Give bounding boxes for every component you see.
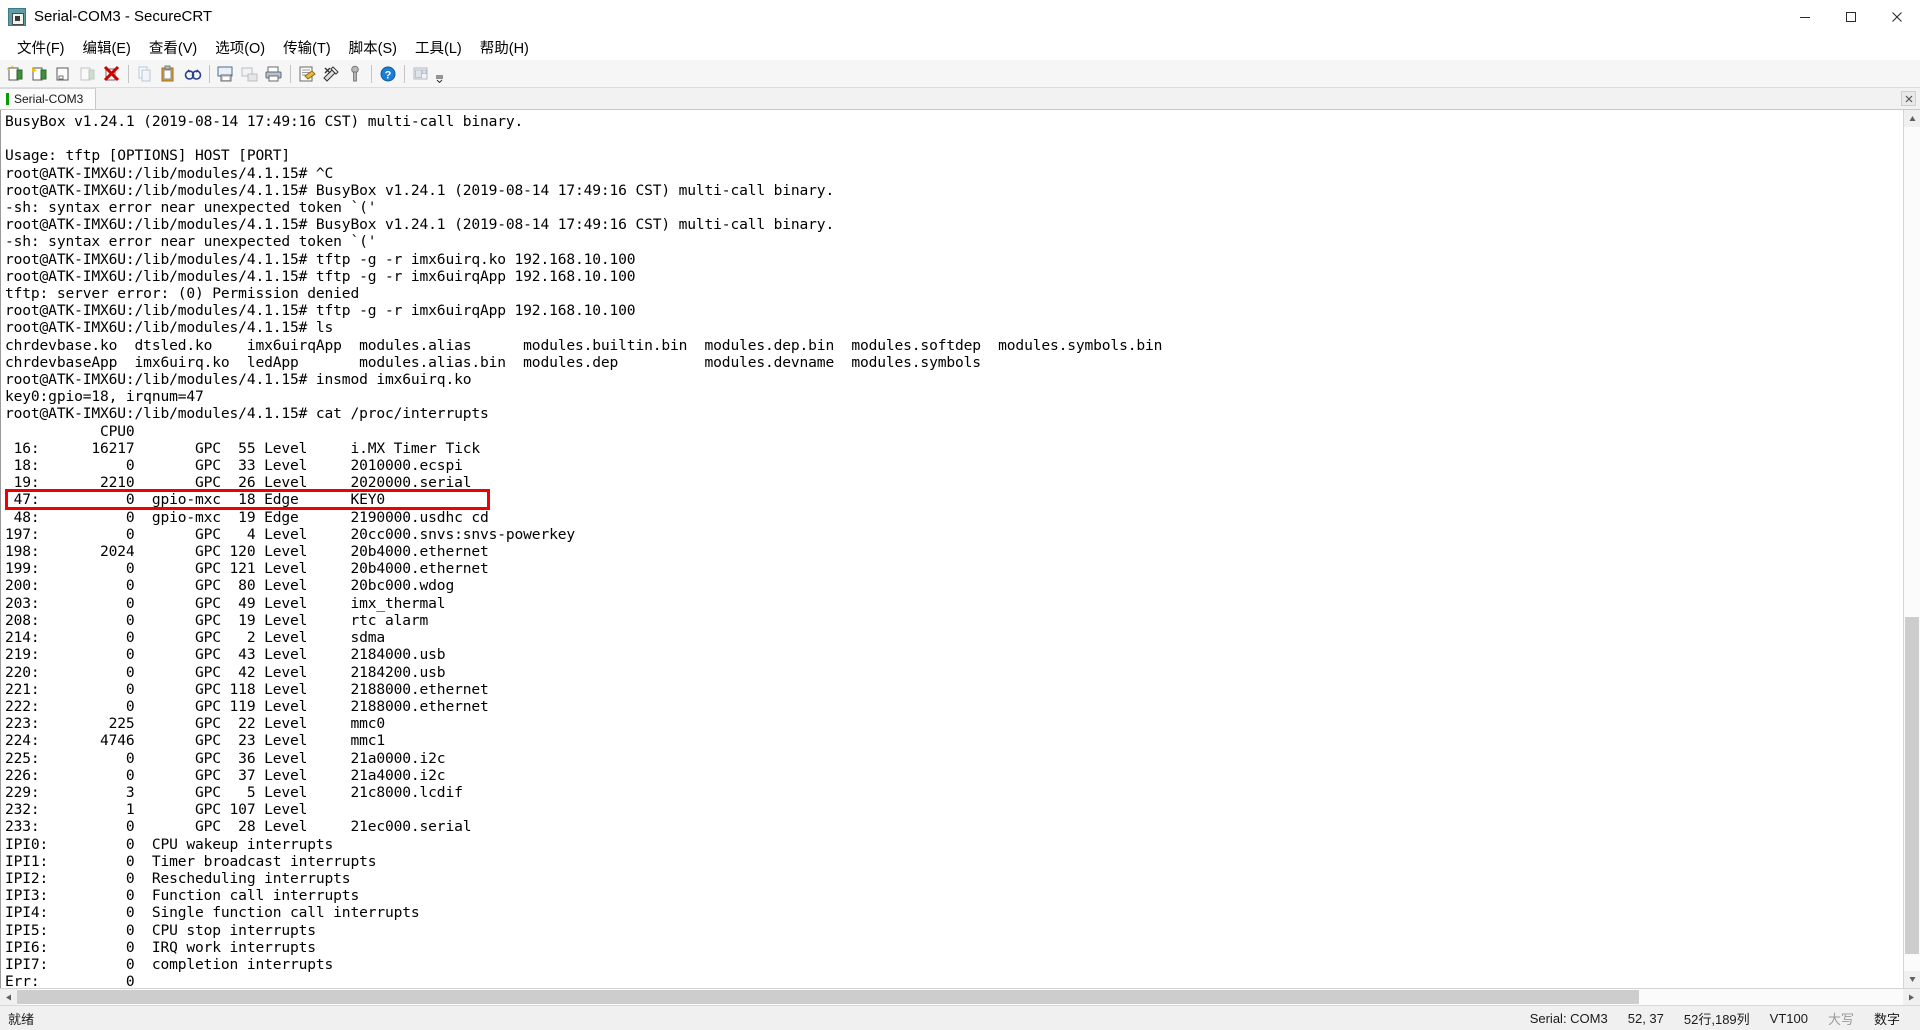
menu-script[interactable]: 脚本(S): [340, 35, 406, 60]
menu-help[interactable]: 帮助(H): [471, 35, 538, 60]
tab-connected-indicator: [6, 93, 9, 105]
tab-close-button[interactable]: [1901, 91, 1916, 106]
paste-icon[interactable]: [157, 62, 181, 86]
tab-serial-com3[interactable]: Serial-COM3: [0, 88, 97, 109]
status-screen-size: 52行,189列: [1683, 1011, 1750, 1027]
separator-4: [371, 64, 372, 83]
menu-bar: 文件(F) 编辑(E) 查看(V) 选项(O) 传输(T) 脚本(S) 工具(L…: [0, 34, 1920, 60]
window-title: Serial-COM3 - SecureCRT: [34, 8, 213, 25]
terminal-horizontal-scrollbar[interactable]: [0, 988, 1920, 1005]
menu-view[interactable]: 查看(V): [140, 35, 206, 60]
vertical-scroll-track[interactable]: [1904, 127, 1920, 971]
separator-2: [209, 64, 210, 83]
log-session-icon[interactable]: [238, 62, 262, 86]
horizontal-scroll-track[interactable]: [17, 989, 1903, 1005]
global-options-icon[interactable]: [319, 62, 343, 86]
reconnect-icon[interactable]: [76, 62, 100, 86]
connect-icon[interactable]: [28, 62, 52, 86]
help-icon[interactable]: ?: [376, 62, 400, 86]
status-caps-lock: 大写: [1827, 1011, 1854, 1027]
menu-edit[interactable]: 编辑(E): [74, 35, 140, 60]
status-ready: 就绪: [8, 1011, 35, 1027]
find-icon[interactable]: [181, 62, 205, 86]
vertical-scroll-thumb[interactable]: [1905, 616, 1919, 955]
securecrt-window: Serial-COM3 - SecureCRT 文件(F) 编辑(E) 查看(V…: [0, 0, 1920, 1030]
minimize-button[interactable]: [1782, 0, 1828, 34]
scroll-down-arrow-icon[interactable]: [1904, 971, 1920, 988]
status-right-group: Serial: COM3 52, 37 52行,189列 VT100 大写 数字: [1520, 1009, 1920, 1028]
status-cursor-position: 52, 37: [1627, 1010, 1664, 1026]
status-serial-port: Serial: COM3: [1529, 1010, 1608, 1026]
svg-text:?: ?: [385, 69, 392, 81]
toolbar-overflow-button[interactable]: [433, 62, 445, 86]
copy-icon[interactable]: [133, 62, 157, 86]
separator-1: [128, 64, 129, 83]
scroll-up-arrow-icon[interactable]: [1904, 110, 1920, 127]
connect-local-shell-icon[interactable]: [52, 62, 76, 86]
menu-transfer[interactable]: 传输(T): [274, 35, 340, 60]
window-controls: [1782, 0, 1920, 34]
close-button[interactable]: [1874, 0, 1920, 34]
status-num-lock: 数字: [1873, 1011, 1900, 1027]
status-bar: 就绪 Serial: COM3 52, 37 52行,189列 VT100 大写…: [0, 1005, 1920, 1030]
tab-strip: Serial-COM3: [0, 88, 1920, 110]
status-emulation: VT100: [1769, 1010, 1808, 1026]
maximize-button[interactable]: [1828, 0, 1874, 34]
scroll-right-arrow-icon[interactable]: [1903, 989, 1920, 1005]
toolbar: ?: [0, 60, 1920, 88]
tile-icon[interactable]: [409, 62, 433, 86]
print-icon[interactable]: [262, 62, 286, 86]
terminal-area: BusyBox v1.24.1 (2019-08-14 17:49:16 CST…: [0, 110, 1920, 988]
horizontal-scroll-thumb[interactable]: [17, 990, 1639, 1004]
securecrt-icon: [8, 7, 26, 26]
title-bar: Serial-COM3 - SecureCRT: [0, 0, 1920, 34]
terminal-vertical-scrollbar[interactable]: [1903, 110, 1920, 988]
new-session-icon[interactable]: [4, 62, 28, 86]
menu-file[interactable]: 文件(F): [8, 35, 74, 60]
menu-tools[interactable]: 工具(L): [406, 35, 471, 60]
scroll-left-arrow-icon[interactable]: [0, 989, 17, 1005]
key-icon[interactable]: [343, 62, 367, 86]
session-options-icon[interactable]: [295, 62, 319, 86]
menu-options[interactable]: 选项(O): [206, 35, 274, 60]
terminal-screen[interactable]: BusyBox v1.24.1 (2019-08-14 17:49:16 CST…: [0, 110, 1903, 988]
tab-label: Serial-COM3: [14, 92, 84, 106]
separator-5: [404, 64, 405, 83]
print-screen-icon[interactable]: [214, 62, 238, 86]
disconnect-icon[interactable]: [100, 62, 124, 86]
separator-3: [290, 64, 291, 83]
terminal-output: BusyBox v1.24.1 (2019-08-14 17:49:16 CST…: [5, 113, 1903, 988]
